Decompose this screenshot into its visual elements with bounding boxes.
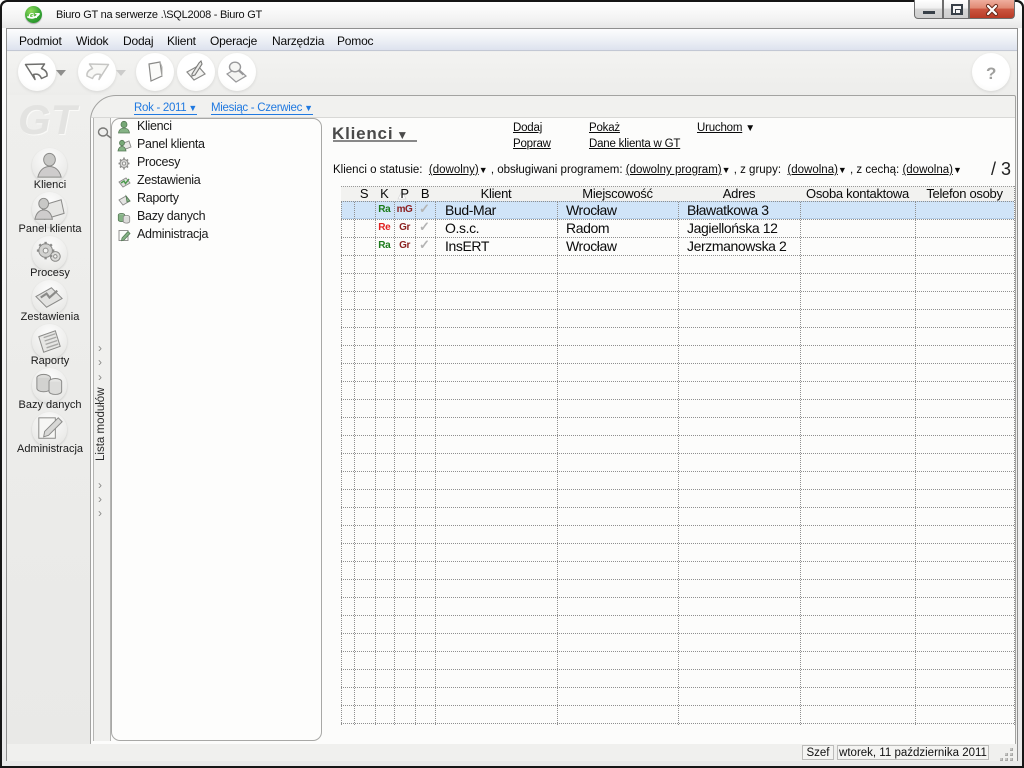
- svg-text:?: ?: [986, 64, 996, 83]
- svg-text:GT: GT: [29, 11, 41, 20]
